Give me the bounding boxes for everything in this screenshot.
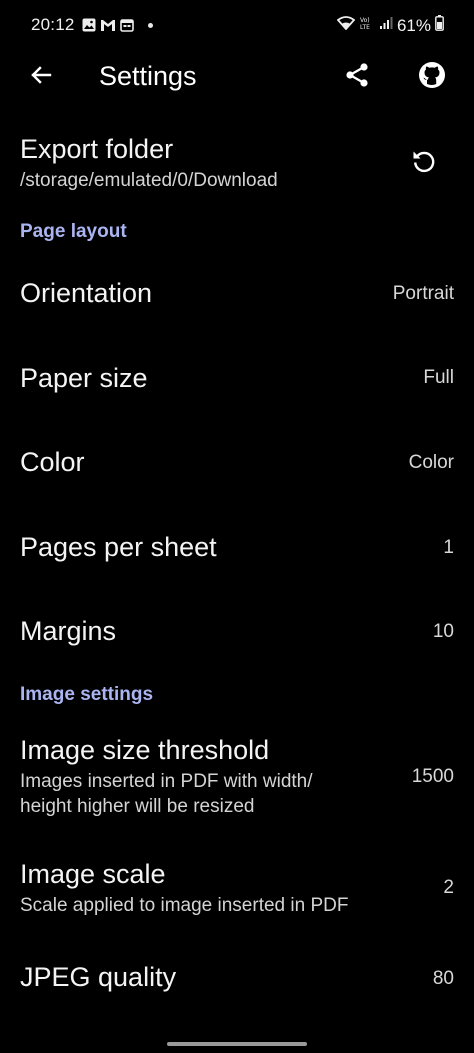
arrow-left-icon (29, 63, 53, 92)
share-button[interactable] (341, 61, 373, 93)
image-size-threshold-title: Image size threshold (20, 735, 270, 765)
image-scale-subtitle: Scale applied to image inserted in PDF (20, 895, 349, 916)
calendar-icon (120, 18, 134, 32)
jpeg-quality-title: JPEG quality (20, 962, 177, 992)
signal-icon (379, 16, 393, 35)
paper-size-row[interactable]: Paper size Full (0, 351, 474, 411)
svg-text:Vo): Vo) (360, 17, 370, 24)
reset-icon (410, 147, 438, 180)
battery-icon (435, 15, 444, 36)
paper-size-title: Paper size (20, 363, 148, 393)
image-scale-value: 2 (443, 877, 454, 898)
gmail-icon (100, 19, 116, 32)
jpeg-quality-value: 80 (432, 968, 454, 989)
app-bar: Settings (0, 52, 474, 102)
github-icon (417, 60, 447, 95)
export-folder-row[interactable]: Export folder /storage/emulated/0/Downlo… (0, 130, 474, 202)
notification-icons (82, 18, 153, 32)
github-button[interactable] (415, 60, 449, 94)
share-icon (343, 61, 371, 94)
export-folder-title: Export folder (20, 134, 174, 164)
svg-text:LTE: LTE (360, 24, 370, 30)
battery-percent: 61% (396, 15, 431, 35)
export-folder-path: /storage/emulated/0/Download (20, 170, 278, 191)
back-button[interactable] (26, 62, 56, 92)
pages-per-sheet-row[interactable]: Pages per sheet 1 (0, 520, 474, 580)
image-scale-title: Image scale (20, 859, 166, 889)
gesture-nav-handle[interactable] (167, 1042, 307, 1046)
image-size-threshold-subtitle-line1: Images inserted in PDF with width/ (20, 771, 313, 792)
margins-row[interactable]: Margins 10 (0, 604, 474, 664)
status-bar: 20:12 Vo) LTE 61% (0, 0, 474, 52)
system-icons: Vo) LTE 61% (336, 15, 444, 36)
color-value: Color (408, 452, 454, 473)
jpeg-quality-row[interactable]: JPEG quality 80 (0, 950, 474, 1010)
paper-size-value: Full (423, 367, 454, 388)
color-title: Color (20, 447, 85, 477)
wifi-icon (336, 16, 356, 35)
image-size-threshold-row[interactable]: Image size threshold Images inserted in … (0, 731, 474, 821)
volte-icon: Vo) LTE (359, 16, 375, 35)
margins-title: Margins (20, 616, 117, 646)
photo-icon (82, 18, 96, 32)
more-notifications-dot (148, 22, 153, 28)
margins-value: 10 (432, 621, 454, 642)
reset-export-folder-button[interactable] (407, 146, 441, 180)
orientation-row[interactable]: Orientation Portrait (0, 266, 474, 326)
image-scale-row[interactable]: Image scale Scale applied to image inser… (0, 855, 474, 921)
page-title: Settings (99, 61, 197, 91)
orientation-title: Orientation (20, 278, 153, 308)
image-size-threshold-value: 1500 (411, 766, 454, 787)
orientation-value: Portrait (392, 283, 454, 304)
status-time: 20:12 (31, 15, 75, 34)
pages-per-sheet-title: Pages per sheet (20, 532, 217, 562)
section-header-page-layout: Page layout (20, 221, 127, 242)
color-row[interactable]: Color Color (0, 435, 474, 495)
pages-per-sheet-value: 1 (443, 537, 454, 558)
section-header-image-settings: Image settings (20, 684, 154, 705)
image-size-threshold-subtitle-line2: height higher will be resized (20, 796, 255, 817)
